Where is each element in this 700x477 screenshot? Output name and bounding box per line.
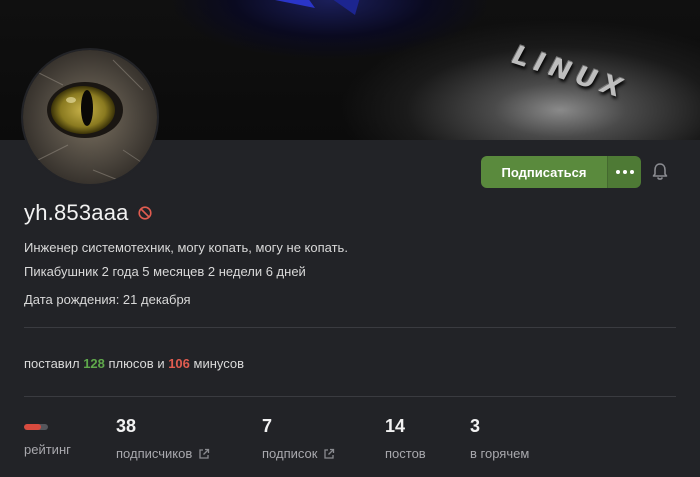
votes-prefix: поставил [24,356,80,371]
divider [24,396,676,397]
subscribe-group: Подписаться [481,156,641,188]
minus-word: минусов [193,356,245,371]
external-link-icon[interactable] [198,448,210,460]
stat-label-row: подписок [262,446,335,461]
profile-birthday: Дата рождения: 21 декабря [24,292,191,307]
avatar-cat-eye [23,50,157,184]
plus-word: плюсов [108,356,154,371]
divider [24,327,676,328]
plus-count: 128 [83,356,105,371]
stat-subscribers[interactable]: 38 подписчиков [116,416,210,461]
profile-bio: Инженер системотехник, могу копать, могу… [24,240,348,255]
stat-value: 7 [262,416,273,436]
more-options-button[interactable] [607,156,641,188]
votes-summary: поставил 128 плюсов и 106 минусов [24,356,244,371]
bell-icon[interactable] [650,162,670,182]
votes-conj: и [157,356,165,371]
stat-label: постов [385,446,426,461]
profile-member-for: Пикабушник 2 года 5 месяцев 2 недели 6 д… [24,264,306,279]
stat-posts[interactable]: 14 постов [385,416,426,461]
profile-page: LINUX Подписаться yh.853aaa Инженер сист… [0,0,700,477]
stat-label-row: подписчиков [116,446,210,461]
avatar[interactable] [23,50,157,184]
username: yh.853aaa [24,200,129,225]
stat-subscriptions[interactable]: 7 подписок [262,416,335,461]
username-row: yh.853aaa [24,200,152,226]
external-link-icon[interactable] [323,448,335,460]
minus-count: 106 [168,356,190,371]
stat-label: в горячем [470,446,530,461]
stat-label[interactable]: подписчиков [116,446,192,461]
more-dots-icon [615,170,634,174]
ban-icon [137,206,152,220]
stat-label: рейтинг [24,442,71,457]
subscribe-button[interactable]: Подписаться [481,156,607,188]
rating-bar-fill [24,424,41,430]
stat-label[interactable]: подписок [262,446,317,461]
stat-hot[interactable]: 3 в горячем [470,416,529,461]
rating-bar [24,424,48,430]
stat-value: 38 [116,416,137,436]
banner-decoration [275,0,360,15]
stat-value: 3 [470,416,481,436]
stat-value: 14 [385,416,406,436]
stat-rating: рейтинг [24,416,71,457]
banner-linux-text: LINUX [505,41,634,105]
